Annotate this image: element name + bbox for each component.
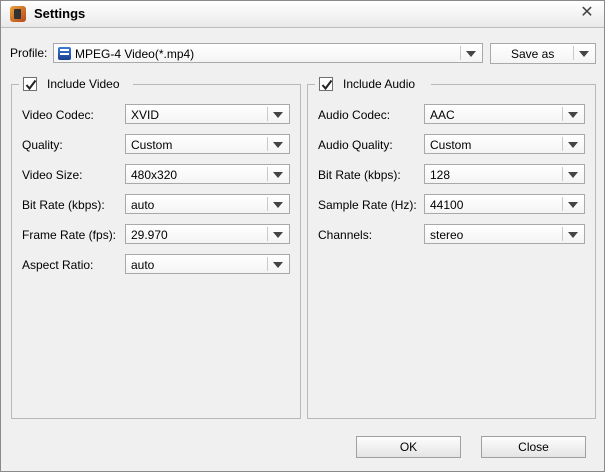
- chevron-down-icon: [273, 202, 283, 208]
- video-size-value: 480x320: [131, 168, 178, 182]
- include-video-label: Include Video: [47, 77, 120, 91]
- settings-window: Settings ✕ Profile: MPEG-4 Video(*.mp4) …: [0, 0, 605, 472]
- chevron-down-icon: [273, 112, 283, 118]
- dropdown-separator: [267, 137, 268, 151]
- video-size-label: Video Size:: [22, 168, 83, 182]
- chevron-down-icon: [273, 172, 283, 178]
- channels-label: Channels:: [318, 228, 373, 242]
- profile-value: MPEG-4 Video(*.mp4): [75, 47, 195, 61]
- video-group-header: Include Video: [19, 75, 133, 93]
- audio-bitrate-dropdown[interactable]: 128: [424, 164, 585, 184]
- close-icon[interactable]: ✕: [578, 4, 596, 22]
- audio-codec-dropdown[interactable]: AAC: [424, 104, 585, 124]
- save-as-label: Save as: [511, 47, 555, 61]
- audio-bitrate-label: Bit Rate (kbps):: [318, 168, 401, 182]
- audio-quality-dropdown[interactable]: Custom: [424, 134, 585, 154]
- video-bitrate-dropdown[interactable]: auto: [125, 194, 290, 214]
- video-codec-dropdown[interactable]: XVID: [125, 104, 290, 124]
- video-file-icon: [58, 47, 71, 60]
- checkmark-icon: [321, 79, 333, 91]
- checkmark-icon: [25, 79, 37, 91]
- dropdown-separator: [267, 167, 268, 181]
- aspect-ratio-value: auto: [131, 258, 155, 272]
- channels-dropdown[interactable]: stereo: [424, 224, 585, 244]
- quality-label: Quality:: [22, 138, 63, 152]
- app-icon: [10, 6, 26, 22]
- chevron-down-icon: [273, 262, 283, 268]
- include-audio-label: Include Audio: [343, 77, 416, 91]
- chevron-down-icon: [568, 142, 578, 148]
- quality-dropdown[interactable]: Custom: [125, 134, 290, 154]
- channels-value: stereo: [430, 228, 464, 242]
- chevron-down-icon: [273, 232, 283, 238]
- include-video-checkbox[interactable]: [23, 77, 37, 91]
- include-audio-checkbox[interactable]: [319, 77, 333, 91]
- chevron-down-icon: [579, 51, 589, 57]
- aspect-ratio-label: Aspect Ratio:: [22, 258, 94, 272]
- chevron-down-icon: [568, 232, 578, 238]
- video-size-dropdown[interactable]: 480x320: [125, 164, 290, 184]
- ok-button[interactable]: OK: [356, 436, 461, 458]
- chevron-down-icon: [466, 51, 476, 57]
- audio-bitrate-value: 128: [430, 168, 451, 182]
- dropdown-separator: [562, 167, 563, 181]
- close-button[interactable]: Close: [481, 436, 586, 458]
- dropdown-separator: [562, 197, 563, 211]
- aspect-ratio-dropdown[interactable]: auto: [125, 254, 290, 274]
- frame-rate-value: 29.970: [131, 228, 168, 242]
- chevron-down-icon: [568, 112, 578, 118]
- profile-dropdown[interactable]: MPEG-4 Video(*.mp4): [53, 43, 483, 63]
- audio-group-header: Include Audio: [315, 75, 431, 93]
- save-as-button[interactable]: Save as: [490, 43, 596, 64]
- video-bitrate-label: Bit Rate (kbps):: [22, 198, 105, 212]
- quality-value: Custom: [131, 138, 173, 152]
- dropdown-separator: [267, 227, 268, 241]
- frame-rate-label: Frame Rate (fps):: [22, 228, 117, 242]
- dropdown-separator: [267, 257, 268, 271]
- video-codec-label: Video Codec:: [22, 108, 94, 122]
- audio-quality-label: Audio Quality:: [318, 138, 393, 152]
- sample-rate-value: 44100: [430, 198, 464, 212]
- sample-rate-dropdown[interactable]: 44100: [424, 194, 585, 214]
- dropdown-separator: [573, 46, 574, 60]
- video-bitrate-value: auto: [131, 198, 155, 212]
- sample-rate-label: Sample Rate (Hz):: [318, 198, 417, 212]
- chevron-down-icon: [273, 142, 283, 148]
- audio-quality-value: Custom: [430, 138, 472, 152]
- dropdown-separator: [267, 197, 268, 211]
- chevron-down-icon: [568, 202, 578, 208]
- dropdown-separator: [562, 107, 563, 121]
- dropdown-separator: [460, 46, 461, 60]
- audio-codec-label: Audio Codec:: [318, 108, 391, 122]
- window-title: Settings: [34, 6, 86, 21]
- dropdown-separator: [562, 227, 563, 241]
- dropdown-separator: [562, 137, 563, 151]
- dropdown-separator: [267, 107, 268, 121]
- audio-codec-value: AAC: [430, 108, 455, 122]
- profile-label: Profile:: [10, 46, 48, 60]
- chevron-down-icon: [568, 172, 578, 178]
- title-bar[interactable]: Settings ✕: [1, 1, 604, 28]
- video-codec-value: XVID: [131, 108, 160, 122]
- frame-rate-dropdown[interactable]: 29.970: [125, 224, 290, 244]
